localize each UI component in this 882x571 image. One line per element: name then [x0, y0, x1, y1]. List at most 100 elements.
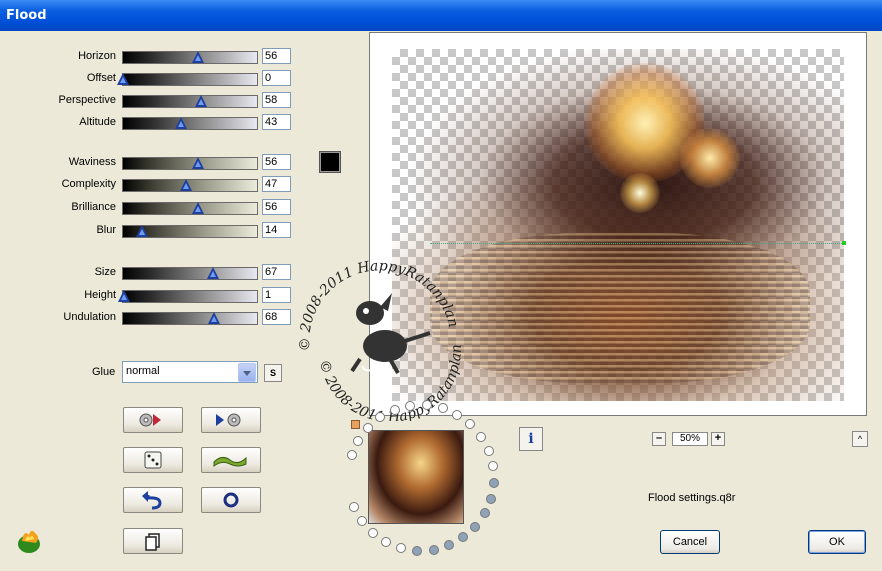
- settings-filename: Flood settings.q8r: [648, 492, 736, 504]
- dog-mascot-icon: [350, 293, 431, 374]
- horizon-line: [430, 243, 842, 244]
- cancel-button[interactable]: Cancel: [660, 530, 720, 554]
- glue-label: Glue: [92, 366, 116, 378]
- app-logo: [14, 525, 44, 555]
- slider-thumb[interactable]: [179, 179, 192, 191]
- randomize-button[interactable]: [123, 447, 183, 473]
- value-field-height[interactable]: 1: [262, 287, 291, 303]
- slider-offset[interactable]: [117, 73, 258, 86]
- disc-forward-icon: [216, 413, 241, 427]
- title-bar: Flood: [0, 0, 882, 31]
- ring-dot: [363, 422, 374, 433]
- slider-label: Undulation: [63, 311, 116, 323]
- slider-label: Size: [94, 266, 116, 278]
- value-field-brilliance[interactable]: 56: [262, 199, 291, 215]
- slider-label: Horizon: [78, 50, 116, 62]
- expand-up-button[interactable]: ^: [852, 431, 868, 447]
- slider-thumb[interactable]: [194, 95, 207, 107]
- slider-height[interactable]: [118, 290, 258, 303]
- ok-button[interactable]: OK: [808, 530, 866, 554]
- ring-dot: [421, 400, 432, 411]
- ring-dot: [346, 450, 357, 461]
- firework-glow: [680, 128, 740, 188]
- zoom-out-button[interactable]: –: [652, 432, 666, 446]
- undo-icon: [142, 491, 162, 510]
- ring-dot: [381, 537, 392, 548]
- slider-thumb[interactable]: [192, 157, 205, 169]
- preset-next-button[interactable]: [201, 407, 261, 433]
- color-swatch[interactable]: [319, 151, 341, 173]
- ring-dot: [368, 528, 379, 539]
- copy-icon: [145, 533, 160, 551]
- ring-dot: [483, 445, 494, 456]
- ring-dot: [353, 435, 364, 446]
- value-field-perspective[interactable]: 58: [262, 92, 291, 108]
- ring-dot: [488, 477, 499, 488]
- copy-button[interactable]: [123, 528, 183, 554]
- ring-dot: [444, 540, 455, 551]
- slider-label: Waviness: [68, 156, 116, 168]
- slider-undulation[interactable]: [122, 312, 258, 325]
- ring-icon: [223, 492, 239, 508]
- slider-perspective[interactable]: [122, 95, 258, 108]
- zoom-level: 50%: [672, 432, 708, 446]
- disc-back-icon: [139, 413, 161, 427]
- value-field-horizon[interactable]: 56: [262, 48, 291, 64]
- value-field-size[interactable]: 67: [262, 264, 291, 280]
- info-button[interactable]: i: [519, 427, 543, 451]
- slider-thumb[interactable]: [208, 312, 221, 324]
- reset-button[interactable]: [123, 487, 183, 513]
- slider-thumb[interactable]: [135, 225, 148, 237]
- preset-prev-button[interactable]: [123, 407, 183, 433]
- value-field-offset[interactable]: 0: [262, 70, 291, 86]
- thumbnail-preview[interactable]: [368, 430, 464, 524]
- ring-dot: [465, 419, 476, 430]
- slider-horizon[interactable]: [122, 51, 258, 64]
- value-field-complexity[interactable]: 47: [262, 176, 291, 192]
- ring-dot: [479, 508, 490, 519]
- water-reflection: [430, 233, 810, 383]
- slider-thumb[interactable]: [206, 267, 219, 279]
- slider-brilliance[interactable]: [122, 202, 258, 215]
- slider-label: Height: [84, 289, 116, 301]
- ring-dot: [486, 493, 497, 504]
- value-field-blur[interactable]: 14: [262, 222, 291, 238]
- ring-dot: [357, 516, 368, 527]
- flame-icon: [18, 530, 40, 553]
- zoom-in-button[interactable]: +: [711, 432, 725, 446]
- slider-label: Blur: [96, 224, 116, 236]
- value-field-undulation[interactable]: 68: [262, 309, 291, 325]
- slider-label: Perspective: [58, 94, 116, 106]
- dice-icon: [144, 451, 162, 469]
- slider-label: Brilliance: [71, 201, 116, 213]
- slider-thumb[interactable]: [174, 117, 187, 129]
- ring-dot: [437, 403, 448, 414]
- window-title: Flood: [6, 8, 47, 23]
- ring-dot: [389, 404, 400, 415]
- slider-waviness[interactable]: [122, 157, 258, 170]
- ring-dot: [349, 502, 360, 513]
- slider-altitude[interactable]: [122, 117, 258, 130]
- slider-size[interactable]: [122, 267, 258, 280]
- slider-thumb[interactable]: [117, 73, 129, 85]
- value-field-altitude[interactable]: 43: [262, 114, 291, 130]
- wave-preset-button[interactable]: [201, 447, 261, 473]
- slider-complexity[interactable]: [122, 179, 258, 192]
- slider-thumb[interactable]: [118, 290, 131, 302]
- value-field-waviness[interactable]: 56: [262, 154, 291, 170]
- ring-dot: [412, 545, 423, 556]
- default-button[interactable]: [201, 487, 261, 513]
- glue-s-button[interactable]: S: [264, 364, 282, 382]
- slider-blur[interactable]: [122, 225, 258, 238]
- glue-value: normal: [126, 365, 160, 377]
- slider-label: Complexity: [61, 178, 116, 190]
- slider-label: Offset: [86, 72, 116, 84]
- slider-thumb[interactable]: [192, 202, 205, 214]
- horizon-handle[interactable]: [842, 241, 846, 245]
- slider-thumb[interactable]: [192, 51, 205, 63]
- ring-dot: [470, 521, 481, 532]
- ring-dot: [396, 543, 407, 554]
- glue-select[interactable]: normal: [122, 361, 258, 383]
- ring-dot: [428, 544, 439, 555]
- chevron-down-icon[interactable]: [238, 363, 256, 382]
